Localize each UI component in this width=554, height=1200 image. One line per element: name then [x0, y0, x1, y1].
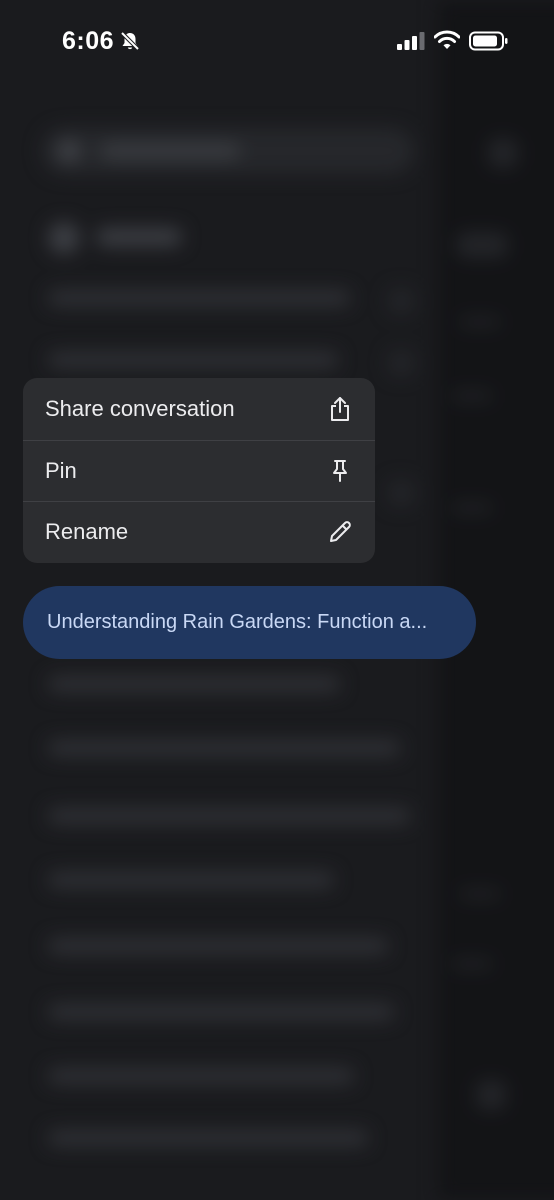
rename-menu-item[interactable]: Rename [23, 501, 375, 563]
wifi-icon [433, 30, 461, 50]
pencil-icon [327, 519, 353, 545]
pin-icon [327, 458, 353, 484]
screen: 6:06 Share conversation Pin Rename Under… [0, 0, 554, 1200]
menu-item-label: Pin [45, 457, 77, 483]
menu-item-label: Share conversation [45, 395, 235, 421]
selected-conversation-item[interactable]: Understanding Rain Gardens: Function a..… [23, 586, 476, 659]
status-time: 6:06 [62, 27, 115, 55]
cellular-signal-icon [397, 32, 425, 50]
status-bar: 6:06 [0, 0, 554, 84]
pin-menu-item[interactable]: Pin [23, 439, 375, 502]
bell-slash-icon [119, 30, 141, 52]
share-icon [327, 396, 353, 422]
menu-item-label: Rename [45, 519, 129, 545]
conversation-title: Understanding Rain Gardens: Function a..… [47, 611, 428, 633]
context-menu: Share conversation Pin Rename [23, 378, 375, 563]
battery-icon [469, 31, 509, 51]
share-conversation-menu-item[interactable]: Share conversation [23, 378, 375, 440]
